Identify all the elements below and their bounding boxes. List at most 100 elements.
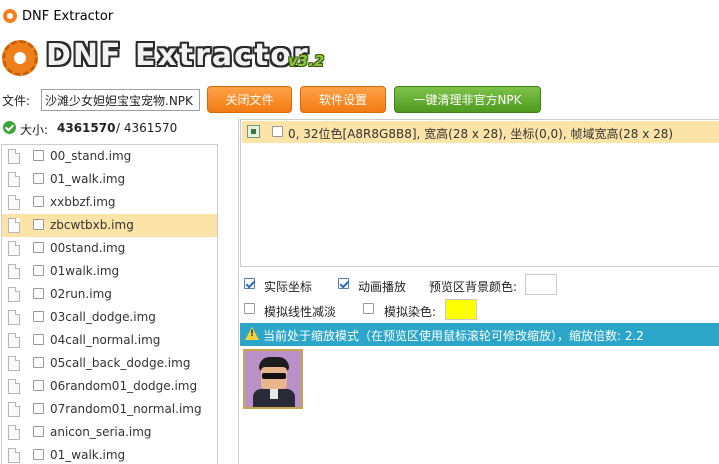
clean-npk-button[interactable]: 一键清理非官方NPK	[394, 86, 541, 113]
list-item[interactable]: 06random01_dodge.img	[2, 375, 217, 398]
banner: DNF Extractor v3.2	[0, 34, 719, 84]
list-item[interactable]: 07random01_normal.img	[2, 398, 217, 421]
item-checkbox[interactable]	[33, 449, 44, 460]
check-circle-icon	[3, 121, 16, 134]
sprite-preview	[243, 349, 303, 409]
item-checkbox[interactable]	[33, 380, 44, 391]
title-bar: DNF Extractor	[0, 0, 719, 34]
list-item[interactable]: 03call_dodge.img	[2, 306, 217, 329]
zoom-info-text: 当前处于缩放模式（在预览区使用鼠标滚轮可修改缩放），缩放倍数: 2.2	[263, 329, 644, 343]
item-name: 07random01_normal.img	[50, 402, 202, 416]
logo-text: DNF Extractor	[46, 38, 310, 73]
file-icon	[8, 379, 20, 394]
frame-row[interactable]: 0, 32位色[A8R8G8B8], 宽高(28 x 28), 坐标(0,0),…	[242, 121, 719, 143]
item-name: 01_walk.img	[50, 448, 126, 462]
actual-coords-checkbox[interactable]	[244, 278, 255, 289]
linear-dodge-checkbox[interactable]	[244, 303, 255, 314]
preview-area[interactable]	[240, 346, 719, 464]
item-name: 01walk.img	[50, 264, 120, 278]
item-checkbox[interactable]	[33, 196, 44, 207]
options-row-1: 实际坐标 动画播放 预览区背景颜色:	[240, 274, 719, 296]
linear-dodge-label: 模拟线性减淡	[264, 305, 337, 319]
list-item[interactable]: 01walk.img	[2, 260, 217, 283]
item-name: xxbbzf.img	[50, 195, 116, 209]
item-checkbox[interactable]	[33, 265, 44, 276]
animation-checkbox[interactable]	[338, 278, 349, 289]
list-item[interactable]: 01_walk.img	[2, 444, 217, 464]
file-icon	[8, 425, 20, 440]
item-name: 02run.img	[50, 287, 112, 301]
file-icon	[8, 310, 20, 325]
file-icon	[8, 333, 20, 348]
file-path-input[interactable]: 沙滩少女妲妲宝宝宠物.NPK	[41, 89, 200, 111]
window-title: DNF Extractor	[22, 9, 114, 24]
item-name: anicon_seria.img	[50, 425, 152, 439]
size-current: 4361570	[57, 121, 116, 135]
list-item[interactable]: 00stand.img	[2, 237, 217, 260]
file-label: 文件:	[2, 94, 31, 108]
size-total: / 4361570	[116, 121, 178, 135]
item-checkbox[interactable]	[33, 357, 44, 368]
item-checkbox[interactable]	[33, 403, 44, 414]
app-icon	[3, 9, 17, 23]
item-name: 06random01_dodge.img	[50, 379, 198, 393]
list-item[interactable]: 05call_back_dodge.img	[2, 352, 217, 375]
zoom-info-bar: 当前处于缩放模式（在预览区使用鼠标滚轮可修改缩放），缩放倍数: 2.2	[240, 323, 719, 346]
list-scroll-area	[218, 144, 238, 464]
file-icon	[8, 448, 20, 463]
preview-bg-color-swatch[interactable]	[525, 274, 557, 295]
file-icon	[8, 264, 20, 279]
file-icon	[8, 218, 20, 233]
item-checkbox[interactable]	[33, 150, 44, 161]
preview-bg-label: 预览区背景颜色:	[429, 280, 518, 294]
animation-label: 动画播放	[358, 280, 407, 294]
item-checkbox[interactable]	[33, 242, 44, 253]
list-item[interactable]: 02run.img	[2, 283, 217, 306]
frame-image-icon	[247, 125, 260, 138]
close-file-button[interactable]: 关闭文件	[207, 86, 292, 113]
file-icon	[8, 287, 20, 302]
item-checkbox[interactable]	[33, 334, 44, 345]
toolbar: 文件: 沙滩少女妲妲宝宝宠物.NPK 关闭文件 软件设置 一键清理非官方NPK	[0, 84, 719, 116]
warning-icon	[245, 327, 259, 340]
size-row: 大小: 4361570 / 4361570	[0, 118, 238, 140]
gear-logo-icon	[2, 40, 38, 76]
item-checkbox[interactable]	[33, 173, 44, 184]
frame-list[interactable]: 0, 32位色[A8R8G8B8], 宽高(28 x 28), 坐标(0,0),…	[240, 119, 719, 267]
file-icon	[8, 149, 20, 164]
list-item[interactable]: 00_stand.img	[2, 145, 217, 168]
settings-button[interactable]: 软件设置	[300, 86, 386, 113]
actual-coords-label: 实际坐标	[264, 280, 313, 294]
item-checkbox[interactable]	[33, 288, 44, 299]
list-item[interactable]: 04call_normal.img	[2, 329, 217, 352]
frame-checkbox[interactable]	[272, 126, 283, 137]
file-icon	[8, 402, 20, 417]
list-item[interactable]: anicon_seria.img	[2, 421, 217, 444]
item-name: 01_walk.img	[50, 172, 126, 186]
list-item[interactable]: zbcwtbxb.img	[2, 214, 217, 237]
file-icon	[8, 195, 20, 210]
item-name: 00_stand.img	[50, 149, 132, 163]
panel-divider[interactable]	[238, 118, 239, 464]
logo-version: v3.2	[288, 52, 325, 70]
img-file-list[interactable]: 00_stand.img 01_walk.img xxbbzf.img zbcwtbx…	[1, 144, 218, 464]
size-label: 大小:	[20, 123, 49, 137]
file-icon	[8, 172, 20, 187]
file-icon	[8, 241, 20, 256]
file-icon	[8, 356, 20, 371]
item-checkbox[interactable]	[33, 426, 44, 437]
item-name: zbcwtbxb.img	[50, 218, 134, 232]
item-checkbox[interactable]	[33, 311, 44, 322]
dye-label: 模拟染色:	[384, 305, 437, 319]
list-item[interactable]: 01_walk.img	[2, 168, 217, 191]
item-name: 00stand.img	[50, 241, 126, 255]
list-item[interactable]: xxbbzf.img	[2, 191, 217, 214]
item-name: 04call_normal.img	[50, 333, 161, 347]
item-checkbox[interactable]	[33, 219, 44, 230]
item-name: 05call_back_dodge.img	[50, 356, 191, 370]
item-name: 03call_dodge.img	[50, 310, 156, 324]
dye-checkbox[interactable]	[363, 303, 374, 314]
frame-info: 0, 32位色[A8R8G8B8], 宽高(28 x 28), 坐标(0,0),…	[288, 127, 674, 141]
dye-color-swatch[interactable]	[445, 299, 477, 320]
options-row-2: 模拟线性减淡 模拟染色:	[240, 299, 719, 321]
